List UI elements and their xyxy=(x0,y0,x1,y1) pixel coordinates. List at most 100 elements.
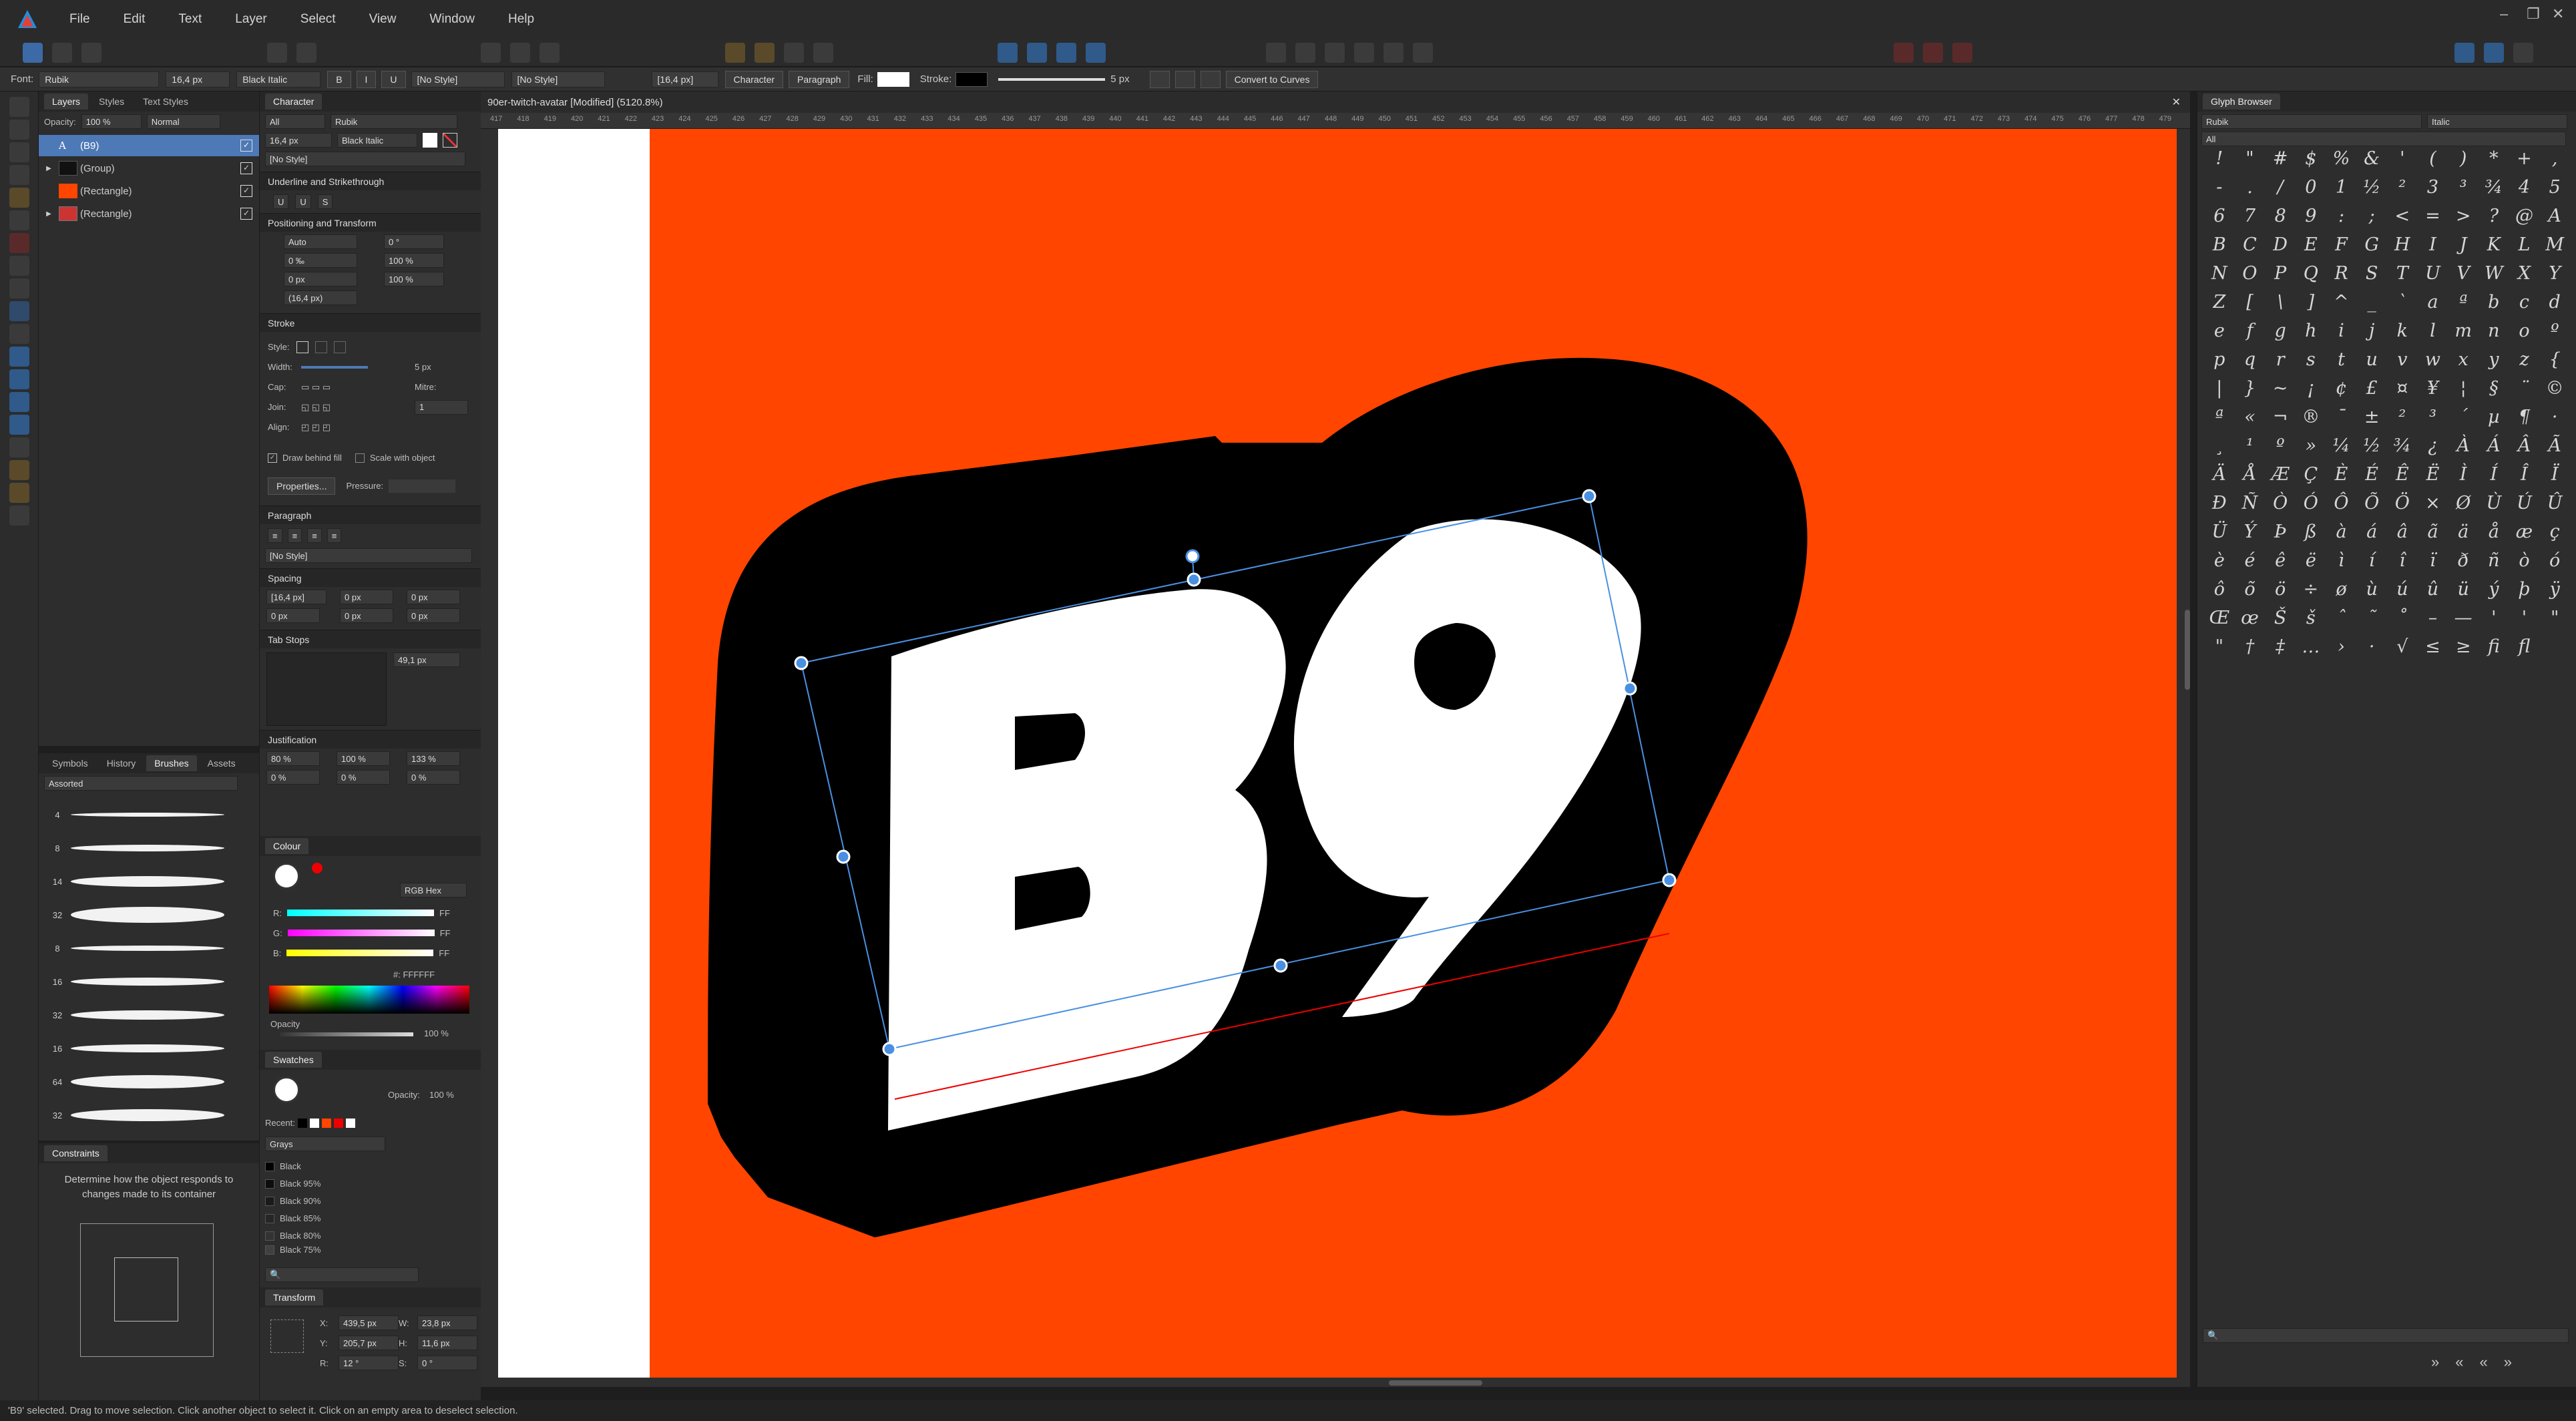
glyph-cell[interactable]: j xyxy=(2356,321,2387,341)
mitre-field[interactable]: 1 xyxy=(415,400,468,415)
underline-icon[interactable]: U xyxy=(273,194,289,209)
glyph-cell[interactable]: ³ xyxy=(2448,178,2479,198)
palette-select[interactable]: Grays xyxy=(265,1137,385,1151)
glyph-cell[interactable]: á xyxy=(2356,522,2387,542)
horizontal-scale-field[interactable]: 100 % xyxy=(384,272,444,286)
canvas[interactable] xyxy=(481,129,2190,1387)
letter-desired-field[interactable]: 0 % xyxy=(337,770,390,785)
shear-field[interactable]: 0 ° xyxy=(417,1356,477,1370)
glyph-cell[interactable]: 3 xyxy=(2418,178,2448,198)
glyph-cell[interactable]: N xyxy=(2204,264,2235,284)
tab-stops-section-header[interactable]: Tab Stops xyxy=(260,630,481,648)
transform-origin-icon[interactable] xyxy=(1149,70,1170,88)
menu-window[interactable]: Window xyxy=(415,9,489,29)
selection-handle-mr[interactable] xyxy=(1623,681,1637,696)
glyph-cell[interactable]: š xyxy=(2296,608,2326,628)
glyph-cell[interactable]: i xyxy=(2326,321,2357,341)
glyph-cell[interactable]: : xyxy=(2326,206,2357,226)
tab-character[interactable]: Character xyxy=(265,93,323,110)
shear-field[interactable]: 0 ° xyxy=(384,234,444,249)
tab-transform[interactable]: Transform xyxy=(265,1289,324,1305)
blend-mode-select[interactable]: Normal xyxy=(146,114,220,129)
brush-item[interactable]: 8 xyxy=(44,932,244,964)
align-left-icon[interactable] xyxy=(1266,43,1286,63)
glyph-cell[interactable]: © xyxy=(2539,379,2570,399)
glyph-cell[interactable]: < xyxy=(2387,206,2418,226)
swatch-item[interactable]: Black 75% xyxy=(265,1245,465,1255)
glyph-cell[interactable]: ª xyxy=(2448,292,2479,313)
glyph-cell[interactable]: Ó xyxy=(2296,493,2326,514)
recent-swatch[interactable] xyxy=(321,1118,331,1128)
close-window-icon[interactable]: ✕ xyxy=(2552,5,2564,23)
glyph-cell[interactable]: h xyxy=(2296,321,2326,341)
glyph-cell[interactable]: È xyxy=(2326,465,2357,485)
character-button[interactable]: Character xyxy=(724,70,784,88)
glyph-cell[interactable]: 8 xyxy=(2265,206,2296,226)
glyph-cell[interactable]: Í xyxy=(2479,465,2509,485)
glyph-cell[interactable]: ¥ xyxy=(2418,379,2448,399)
brush-item[interactable]: 8 xyxy=(44,832,244,864)
glyph-cell[interactable]: Ê xyxy=(2387,465,2418,485)
glyph-cell[interactable]: u xyxy=(2356,350,2387,370)
glyph-cell[interactable]: ® xyxy=(2296,407,2326,427)
snap-options-icon[interactable] xyxy=(510,43,530,63)
glyph-cell[interactable]: s xyxy=(2296,350,2326,370)
brush-item[interactable]: 16 xyxy=(44,1032,244,1064)
layer-row-b9[interactable]: A (B9) ✓ xyxy=(39,135,259,156)
underline-button[interactable]: U xyxy=(381,70,406,88)
flip-horizontal-icon[interactable] xyxy=(998,43,1018,63)
glyph-cell[interactable]: £ xyxy=(2356,379,2387,399)
menu-edit[interactable]: Edit xyxy=(109,9,160,29)
glyph-cell[interactable]: m xyxy=(2448,321,2479,341)
font-family-select[interactable]: Rubik xyxy=(331,114,457,129)
mask-icon[interactable] xyxy=(1923,43,1943,63)
glyph-cell[interactable]: c xyxy=(2509,292,2540,313)
layer-row-group[interactable]: ▶ (Group) ✓ xyxy=(39,158,259,179)
paragraph-style-select[interactable]: [No Style] xyxy=(265,548,472,563)
visibility-checkbox[interactable]: ✓ xyxy=(240,140,252,152)
glyph-search-input[interactable]: 🔍 xyxy=(2203,1328,2569,1343)
swatch-opacity-value[interactable]: 100 % xyxy=(429,1090,454,1100)
glyph-cell[interactable]: ≥ xyxy=(2448,637,2479,657)
glyph-cell[interactable]: Ç xyxy=(2296,465,2326,485)
glyph-cell[interactable]: ; xyxy=(2356,206,2387,226)
recent-swatch[interactable] xyxy=(345,1118,355,1128)
font-family-select[interactable]: Rubik xyxy=(39,71,160,87)
brush-item[interactable]: 64 xyxy=(44,1066,244,1098)
glyph-cell[interactable]: B xyxy=(2204,235,2235,255)
glyph-cell[interactable]: 9 xyxy=(2296,206,2326,226)
glyph-cell[interactable]: Ì xyxy=(2448,465,2479,485)
character-style-select[interactable]: [No Style] xyxy=(411,71,505,87)
rotate-right-icon[interactable] xyxy=(1086,43,1106,63)
double-underline-icon[interactable]: U xyxy=(295,194,311,209)
font-size-field[interactable]: 16,4 px xyxy=(265,133,332,148)
glyph-cell[interactable]: « xyxy=(2235,407,2266,427)
glyph-cell[interactable]: @ xyxy=(2509,206,2540,226)
glyph-cell[interactable]: U xyxy=(2418,264,2448,284)
glyph-cell[interactable]: % xyxy=(2326,149,2357,169)
glyph-cell[interactable]: þ xyxy=(2509,580,2540,600)
glyph-cell[interactable]: · xyxy=(2356,637,2387,657)
hex-field[interactable]: #: FFFFFF xyxy=(393,970,435,980)
glyph-cell[interactable]: ç xyxy=(2539,522,2570,542)
artboard-tool-icon[interactable] xyxy=(9,120,29,140)
colour-opacity-slider[interactable] xyxy=(280,1032,413,1036)
glyph-cell[interactable]: ± xyxy=(2356,407,2387,427)
assistant-icon[interactable] xyxy=(267,43,287,63)
space-after-field[interactable]: 0 px xyxy=(407,590,460,604)
glyph-cell[interactable]: À xyxy=(2448,436,2479,456)
draw-behind-checkbox[interactable]: ✓ xyxy=(268,453,277,463)
glyph-style-select[interactable]: Italic xyxy=(2427,114,2567,129)
swatch-item[interactable]: Black xyxy=(265,1158,465,1175)
brush-category-select[interactable]: Assorted xyxy=(44,776,238,791)
glyph-cell[interactable]: e xyxy=(2204,321,2235,341)
brush-item[interactable]: 32 xyxy=(44,999,244,1031)
glyph-cell[interactable]: y xyxy=(2479,350,2509,370)
glyph-cell[interactable]: ‡ xyxy=(2265,637,2296,657)
recent-swatch[interactable] xyxy=(333,1118,343,1128)
b-value[interactable]: FF xyxy=(439,948,449,958)
x-field[interactable]: 439,5 px xyxy=(339,1315,399,1330)
boolean-icon[interactable] xyxy=(1894,43,1914,63)
arrange-forward-icon[interactable] xyxy=(755,43,775,63)
ellipse-tool-icon[interactable] xyxy=(9,369,29,389)
